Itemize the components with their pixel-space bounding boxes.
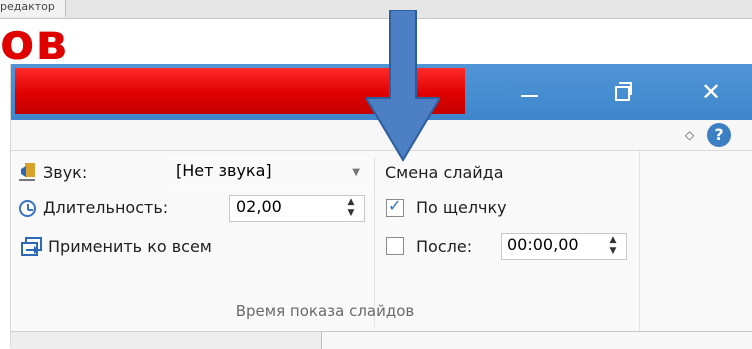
after-label: После: — [416, 237, 473, 256]
on-click-label: По щелчку — [416, 198, 507, 217]
sound-dropdown[interactable]: [Нет звука] ▼ — [165, 159, 371, 187]
timing-ribbon-group: Звук: [Нет звука] ▼ Длительность: 02,00 … — [11, 151, 752, 331]
minimize-icon — [521, 95, 538, 97]
duration-spinner-icon[interactable]: ▲ ▼ — [344, 197, 358, 221]
apply-to-all-icon — [21, 237, 42, 256]
on-click-checkbox[interactable]: ✓ — [386, 196, 404, 217]
sound-icon — [19, 163, 35, 181]
duration-value: 02,00 — [236, 197, 282, 216]
apply-to-all-button[interactable]: Применить ко всем — [48, 235, 212, 259]
group-label: Время показа слайдов — [235, 302, 415, 320]
after-checkbox[interactable] — [386, 237, 404, 255]
duration-label: Длительность: — [43, 198, 169, 217]
right-group-separator — [639, 151, 640, 331]
chevron-up-icon[interactable]: ◇ — [685, 128, 694, 142]
slide-pane-edge — [321, 331, 752, 349]
sound-value: [Нет звука] — [176, 161, 272, 180]
checkmark-icon: ✓ — [388, 196, 402, 215]
restore-icon — [615, 86, 630, 101]
clock-icon — [19, 200, 36, 217]
minimize-button[interactable] — [509, 74, 549, 110]
duration-input[interactable]: 02,00 ▲ ▼ — [229, 195, 365, 222]
help-icon[interactable]: ? — [707, 123, 731, 147]
after-time-input[interactable]: 00:00,00 ▲ ▼ — [501, 233, 627, 260]
dropdown-arrow-icon: ▼ — [352, 167, 360, 178]
down-arrow-icon — [366, 10, 440, 162]
after-spinner-icon[interactable]: ▲ ▼ — [606, 235, 620, 259]
sound-label: Звук: — [43, 163, 88, 182]
restore-button[interactable] — [601, 74, 641, 110]
close-button[interactable]: ✕ — [691, 74, 731, 110]
after-time-value: 00:00,00 — [507, 235, 579, 254]
close-icon: ✕ — [700, 78, 722, 106]
advance-slide-heading: Смена слайда — [385, 163, 504, 182]
slide-heading-fragment: ов — [0, 13, 68, 71]
